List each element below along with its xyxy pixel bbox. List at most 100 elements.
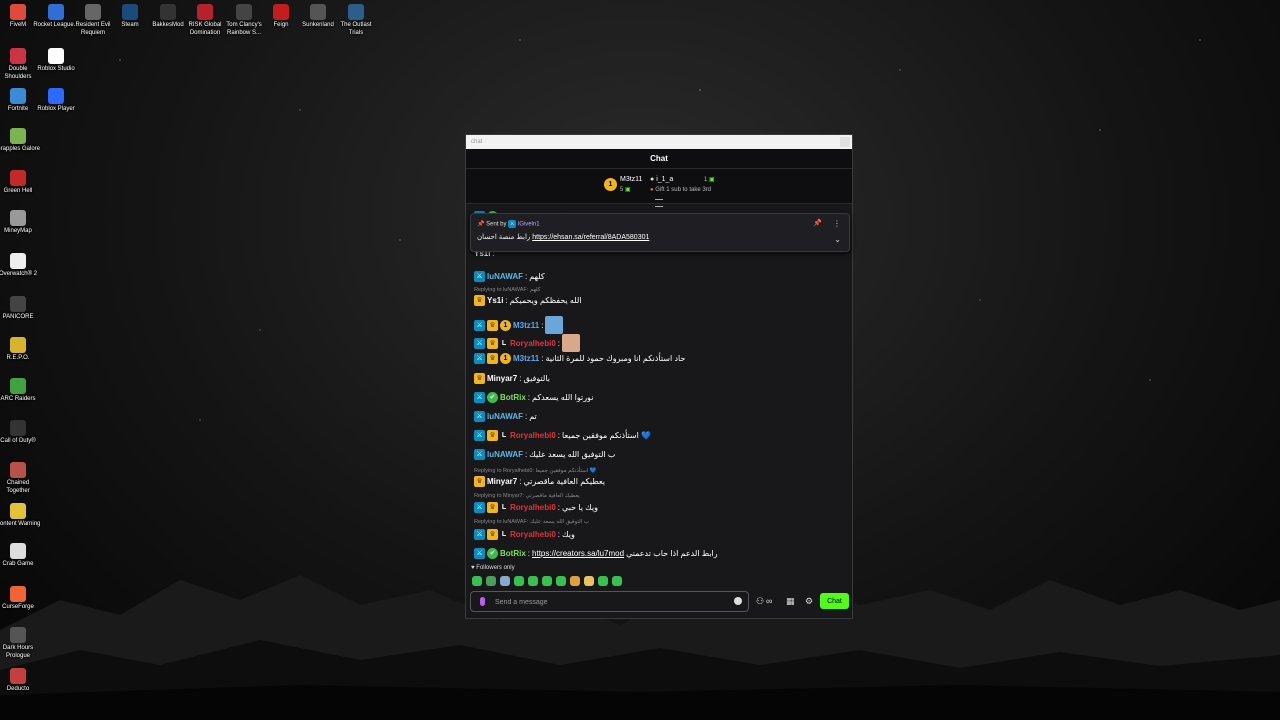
chat-username[interactable]: luNAWAF	[487, 412, 523, 421]
crown-badge-icon[interactable]: ♛	[487, 529, 498, 540]
chat-username[interactable]: BotRix	[500, 393, 526, 402]
mod-badge-icon[interactable]: ⚔	[474, 502, 485, 513]
chat-username[interactable]: luNAWAF	[487, 450, 523, 459]
desktop-icon[interactable]: Grapples Galore	[0, 128, 41, 154]
pinned-message[interactable]: 📌 Sent by ⚔ lGiveln1 رابط منصة احسان htt…	[470, 213, 850, 252]
l-badge-icon[interactable]: L	[500, 502, 508, 513]
mod-badge-icon[interactable]: ⚔	[474, 529, 485, 540]
desktop-icon[interactable]: Roblox Player	[33, 88, 79, 114]
chat-username[interactable]: BotRix	[500, 549, 526, 558]
emote-icon[interactable]	[528, 576, 538, 586]
desktop-icon[interactable]: Deducto	[0, 668, 41, 694]
desktop-icon[interactable]: Call of Duty®	[0, 420, 41, 446]
crown-badge-icon[interactable]: ♛	[474, 476, 485, 487]
message-input[interactable]	[493, 595, 727, 610]
emote-icon[interactable]	[542, 576, 552, 586]
pinned-sender[interactable]: lGiveln1	[518, 222, 540, 228]
chat-username[interactable]: M3tz11	[513, 321, 539, 330]
desktop-icon[interactable]: R.E.P.O.	[0, 337, 41, 363]
mod-badge-icon[interactable]: ⚔	[474, 353, 485, 364]
desktop-icon[interactable]: PANICORE	[0, 296, 41, 322]
chat-username[interactable]: Roryalhebi0	[510, 339, 556, 348]
mod-badge-icon[interactable]: ⚔	[474, 319, 485, 331]
chat-username[interactable]: M3tz11	[513, 354, 539, 363]
reply-context[interactable]: Replying to luNAWAF: كلهم	[474, 287, 540, 293]
chat-username[interactable]: Minyar7	[487, 477, 517, 486]
pin-icon[interactable]: 📌	[813, 219, 822, 227]
emote-image[interactable]	[562, 334, 581, 352]
window-control-button[interactable]	[840, 137, 850, 147]
emote-icon[interactable]	[556, 576, 566, 586]
chat-username[interactable]: Roryalhebi0	[510, 530, 556, 539]
l-badge-icon[interactable]: L	[500, 338, 508, 349]
mod-badge-icon[interactable]: ⚔	[474, 411, 485, 422]
verified-badge-icon[interactable]: ✔	[487, 548, 498, 559]
mod-badge-icon[interactable]: ⚔	[474, 430, 485, 441]
microphone-icon[interactable]	[480, 597, 485, 606]
l-badge-icon[interactable]: L	[500, 529, 508, 540]
l-badge-icon[interactable]: L	[500, 430, 508, 441]
crown-badge-icon[interactable]: ♛	[487, 430, 498, 441]
pinned-link[interactable]: https://ehsan.sa/referral/8ADA580301	[532, 234, 649, 241]
crown-badge-icon[interactable]: ♛	[474, 295, 485, 306]
emote-icon[interactable]	[612, 576, 622, 586]
emoji-picker-icon[interactable]	[734, 597, 742, 605]
message-text: استأذنكم موفقين جميعا 💙	[562, 431, 652, 440]
gift-box-icon[interactable]: ▦	[786, 596, 795, 607]
infinity-icon[interactable]: ∞	[766, 596, 772, 606]
desktop-icon[interactable]: Roblox Studio	[33, 48, 79, 74]
reply-context[interactable]: Replying to Minyar7: يعطيك العافية ماقصر…	[474, 493, 580, 499]
chat-username[interactable]: Roryalhebi0	[510, 431, 556, 440]
emote-icon[interactable]	[598, 576, 608, 586]
emote-icon[interactable]	[584, 576, 594, 586]
tip-icon[interactable]: ⚇	[756, 596, 764, 607]
desktop-icon[interactable]: Crab Game	[0, 543, 41, 569]
chat-username[interactable]: Minyar7	[487, 374, 517, 383]
emote-icon[interactable]	[472, 576, 482, 586]
crown-badge-icon[interactable]: ♛	[487, 502, 498, 513]
crown-badge-icon[interactable]: ♛	[487, 319, 498, 331]
colon: :	[505, 296, 508, 305]
chat-username[interactable]: Roryalhebi0	[510, 503, 556, 512]
emote-icon[interactable]	[514, 576, 524, 586]
desktop-icon[interactable]: ARC Raiders	[0, 378, 41, 404]
more-options-icon[interactable]: ⋮	[833, 219, 841, 228]
window-titlebar[interactable]: chat	[466, 135, 852, 149]
desktop-icon[interactable]: CurseForge	[0, 586, 41, 612]
desktop-icon[interactable]: Green Hell	[0, 170, 41, 196]
mod-badge-icon[interactable]: ⚔	[474, 449, 485, 460]
reply-context[interactable]: Replying to luNAWAF: ب التوفيق الله يسعد…	[474, 519, 589, 525]
settings-gear-icon[interactable]: ⚙	[805, 596, 813, 607]
chat-username[interactable]: luNAWAF	[487, 272, 523, 281]
sub-badge-icon[interactable]: 1	[500, 319, 511, 331]
emote-icon[interactable]	[486, 576, 496, 586]
message-text: كلهم	[529, 272, 545, 281]
verified-badge-icon[interactable]: ✔	[487, 392, 498, 403]
emote-image[interactable]	[545, 316, 564, 334]
sub-badge-icon[interactable]: 1	[500, 353, 511, 364]
second-gifter-name[interactable]: ● i_1_a	[650, 176, 673, 183]
reply-context[interactable]: Replying to Roryalhebi0: استأذنكم موفقين…	[474, 468, 597, 474]
chevron-down-icon[interactable]: ⌄	[834, 235, 841, 244]
desktop-icon[interactable]: Overwatch® 2	[0, 253, 41, 279]
desktop-icon[interactable]: The Outlast Trials	[333, 4, 379, 37]
desktop-icon[interactable]: Chained Together	[0, 462, 41, 495]
desktop-icon[interactable]: MineyMap	[0, 210, 41, 236]
emote-icon[interactable]	[570, 576, 580, 586]
send-chat-button[interactable]: Chat	[820, 593, 849, 609]
message-input-box[interactable]	[470, 591, 749, 612]
desktop-icon[interactable]: Content Warning	[0, 503, 41, 529]
crown-badge-icon[interactable]: ♛	[474, 373, 485, 384]
pin-small-icon: 📌	[477, 221, 485, 228]
crown-badge-icon[interactable]: ♛	[487, 337, 498, 349]
mod-badge-icon[interactable]: ⚔	[474, 271, 485, 282]
desktop-icon[interactable]: Dark Hours Prologue	[0, 627, 41, 660]
crown-badge-icon[interactable]: ♛	[487, 353, 498, 364]
mod-badge-icon[interactable]: ⚔	[474, 337, 485, 349]
mod-badge-icon[interactable]: ⚔	[474, 392, 485, 403]
message-link[interactable]: https://creators.sa/lu7mod	[532, 549, 624, 558]
top-gifter-name[interactable]: M3tz11	[620, 176, 642, 183]
emote-icon[interactable]	[500, 576, 510, 586]
chat-username[interactable]: Ys1i	[487, 296, 503, 305]
mod-badge-icon[interactable]: ⚔	[474, 548, 485, 559]
